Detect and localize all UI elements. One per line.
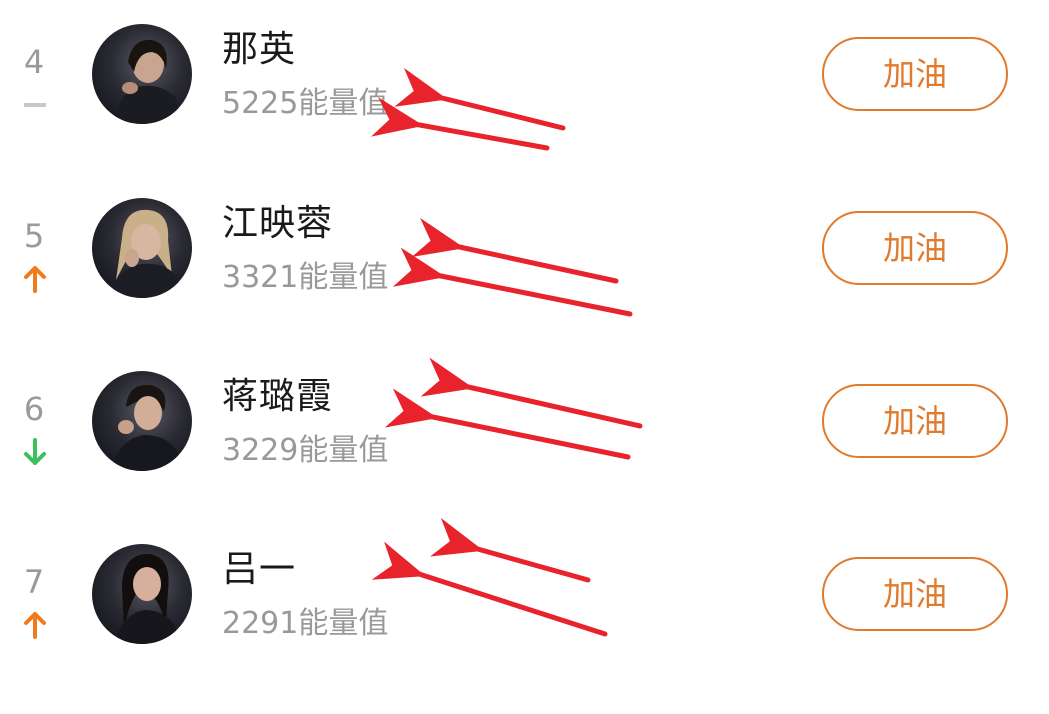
arrow-up-icon [24,612,46,639]
avatar[interactable] [92,371,192,471]
cheer-button[interactable]: 加油 [822,37,1008,111]
ranking-row: 6 蒋璐霞 3229能量值 加油 [0,371,1049,481]
rank-number: 7 [23,563,45,601]
trend-same-icon [24,103,46,107]
ranking-row: 4 那英 5225能量值 加油 [0,24,1049,134]
avatar[interactable] [92,198,192,298]
energy-value: 3229能量值 [222,433,389,468]
energy-value: 5225能量值 [222,86,389,121]
arrow-down-icon [24,438,46,465]
arrow-up-icon [24,266,46,293]
cheer-button[interactable]: 加油 [822,384,1008,458]
cheer-button[interactable]: 加油 [822,557,1008,631]
cheer-button[interactable]: 加油 [822,211,1008,285]
singer-name: 吕一 [222,549,297,590]
rank-number: 5 [23,217,45,255]
singer-name: 那英 [222,29,297,70]
rank-number: 6 [23,390,45,428]
ranking-row: 7 吕一 2291能量值 加油 [0,544,1049,654]
avatar[interactable] [92,544,192,644]
singer-name: 蒋璐霞 [222,376,334,417]
ranking-row: 5 江映蓉 3321能量值 加油 [0,198,1049,308]
energy-value: 2291能量值 [222,606,389,641]
rank-number: 4 [23,43,45,81]
singer-name: 江映蓉 [222,203,334,244]
avatar[interactable] [92,24,192,124]
energy-value: 3321能量值 [222,260,389,295]
